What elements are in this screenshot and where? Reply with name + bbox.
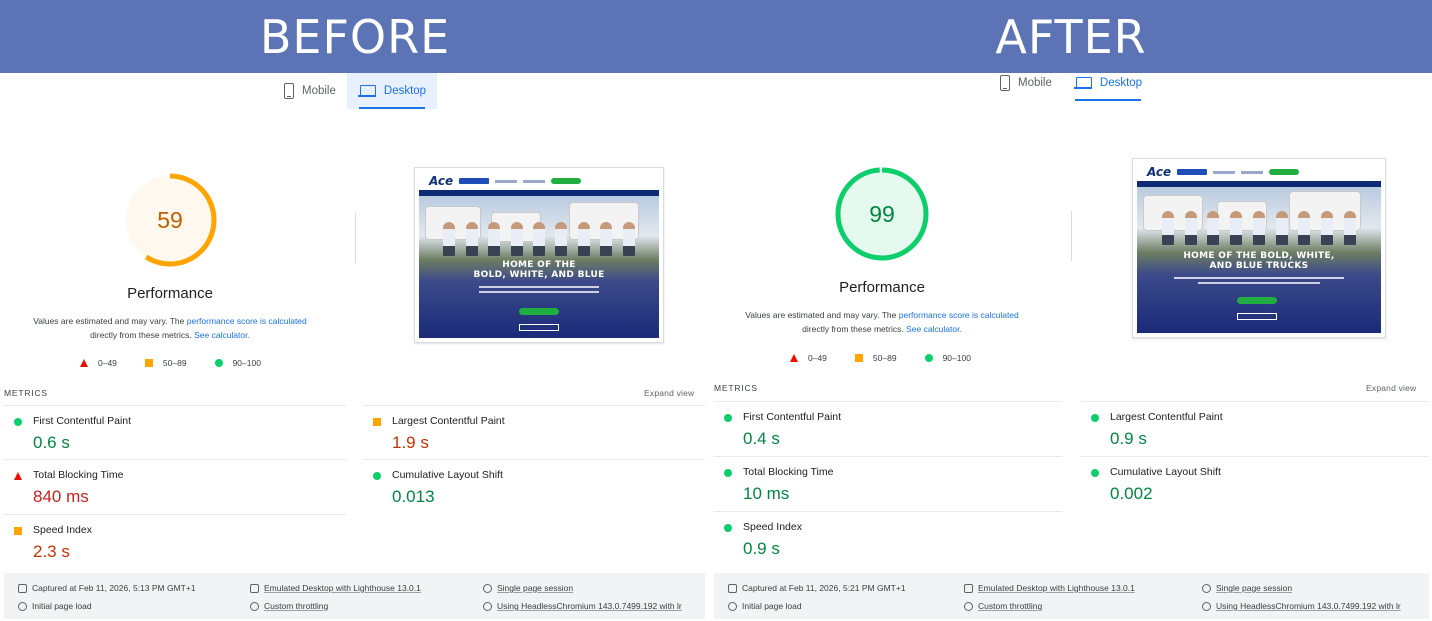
tab-desktop-label: Desktop [383,85,427,97]
run-info-footer: Captured at Feb 11, 2026, 5:21 PM GMT+1 … [714,573,1429,619]
metric-fcp: First Contentful Paint 0.6 s [4,405,346,459]
tab-desktop[interactable]: Desktop [1063,65,1153,101]
tab-desktop-label: Desktop [1099,77,1143,89]
metric-cls: Cumulative Layout Shift 0.002 [1081,456,1429,511]
score-calculated-link[interactable]: performance score is calculated [187,316,307,326]
metric-speed-index: Speed Index 2.3 s [4,514,346,568]
pass-icon [924,354,933,362]
score-calculated-link[interactable]: performance score is calculated [899,310,1019,320]
timer-icon [728,601,737,611]
performance-score-gauge: 99 [834,166,930,262]
performance-note: Values are estimated and may vary. The p… [745,310,1019,334]
calendar-icon [18,583,27,593]
metric-fcp: First Contentful Paint 0.4 s [714,401,1062,456]
session-link[interactable]: Single page session [1216,583,1292,593]
run-info-footer: Captured at Feb 11, 2026, 5:13 PM GMT+1 … [4,573,705,619]
metrics-header: METRICS [4,388,48,398]
emulated-link[interactable]: Emulated Desktop with Lighthouse 13.0.1 [978,583,1135,593]
after-banner: AFTER [710,0,1432,73]
tab-mobile[interactable]: Mobile [273,73,347,109]
device-tabs: Mobile Desktop [989,65,1153,101]
hero-headline: HOME OF THE BOLD, WHITE, AND BLUE [473,260,605,280]
site-preview: Ace HOME OF THE BOLD, WHITE, AND BLUE [419,172,659,338]
throttling-link[interactable]: Custom throttling [264,601,328,611]
see-calculator-link[interactable]: See calculator. [906,324,962,334]
performance-note: Values are estimated and may vary. The p… [33,316,307,340]
session-icon [1202,583,1211,593]
final-screenshot[interactable]: Ace HOME OF THE BOLD, WHITE, AND BLUE [414,167,664,343]
expand-view-link[interactable]: Expand view [1366,383,1416,393]
hero-headline: HOME OF THE BOLD, WHITE, AND BLUE TRUCKS [1183,251,1335,271]
metric-speed-index: Speed Index 0.9 s [714,511,1062,566]
session-icon [483,583,492,593]
divider [355,213,356,263]
average-icon [14,527,22,535]
timer-icon [18,601,27,611]
score-legend: 0–49 50–89 90–100 [80,358,261,368]
pass-icon [14,418,22,426]
before-banner: BEFORE [0,0,710,73]
pass-icon [724,524,732,532]
divider [1071,211,1072,261]
calendar-icon [728,583,737,593]
tab-mobile-label: Mobile [302,85,336,97]
tab-mobile[interactable]: Mobile [989,65,1063,101]
phone-icon [284,83,294,99]
laptop-icon [250,583,259,593]
laptop-icon [1073,76,1092,90]
average-icon [373,418,381,426]
tab-mobile-label: Mobile [1018,77,1052,89]
performance-title: Performance [127,285,213,302]
metrics-header: METRICS [714,383,758,393]
metric-lcp: Largest Contentful Paint 0.9 s [1081,401,1429,456]
tab-desktop[interactable]: Desktop [346,73,438,109]
metric-lcp: Largest Contentful Paint 1.9 s [363,405,705,459]
performance-score: 99 [869,200,895,227]
final-screenshot[interactable]: Ace HOME OF THE BOLD, WHITE, AND BLUE TRU… [1132,158,1386,338]
pass-icon [724,414,732,422]
average-icon [854,354,863,362]
pass-icon [373,472,381,480]
session-link[interactable]: Single page session [497,583,573,593]
metric-cls: Cumulative Layout Shift 0.013 [363,459,705,513]
performance-score-gauge: 59 [122,172,218,268]
device-tabs: Mobile Desktop [273,73,438,109]
average-icon [144,359,153,367]
expand-view-link[interactable]: Expand view [644,388,694,398]
chromium-icon [483,601,492,611]
performance-title: Performance [839,279,925,296]
pass-icon [724,469,732,477]
throttling-link[interactable]: Custom throttling [978,601,1042,611]
phone-icon [1000,75,1010,91]
metric-tbt: Total Blocking Time 10 ms [714,456,1062,511]
pass-icon [1091,414,1099,422]
site-logo: Ace [429,174,454,188]
performance-score: 59 [157,206,183,233]
after-report: Mobile Desktop 99 Performance Values are… [710,73,1432,621]
fail-icon [14,472,22,480]
fail-icon [790,354,798,362]
chromium-icon [1202,601,1211,611]
pass-icon [1091,469,1099,477]
browser-link[interactable]: Using HeadlessChromium 143.0.7499.192 wi… [497,601,682,611]
site-preview: Ace HOME OF THE BOLD, WHITE, AND BLUE TRU… [1137,163,1381,333]
emulated-link[interactable]: Emulated Desktop with Lighthouse 13.0.1 [264,583,421,593]
browser-link[interactable]: Using HeadlessChromium 143.0.7499.192 wi… [1216,601,1401,611]
see-calculator-link[interactable]: See calculator. [194,330,250,340]
wifi-icon [250,601,259,611]
metric-tbt: Total Blocking Time 840 ms [4,459,346,513]
site-logo: Ace [1147,165,1172,179]
before-report: Mobile Desktop 59 Performance Values are… [0,73,710,621]
laptop-icon [964,583,973,593]
pass-icon [214,359,223,367]
score-legend: 0–49 50–89 90–100 [790,353,971,363]
wifi-icon [964,601,973,611]
fail-icon [80,359,88,367]
laptop-icon [357,84,376,98]
